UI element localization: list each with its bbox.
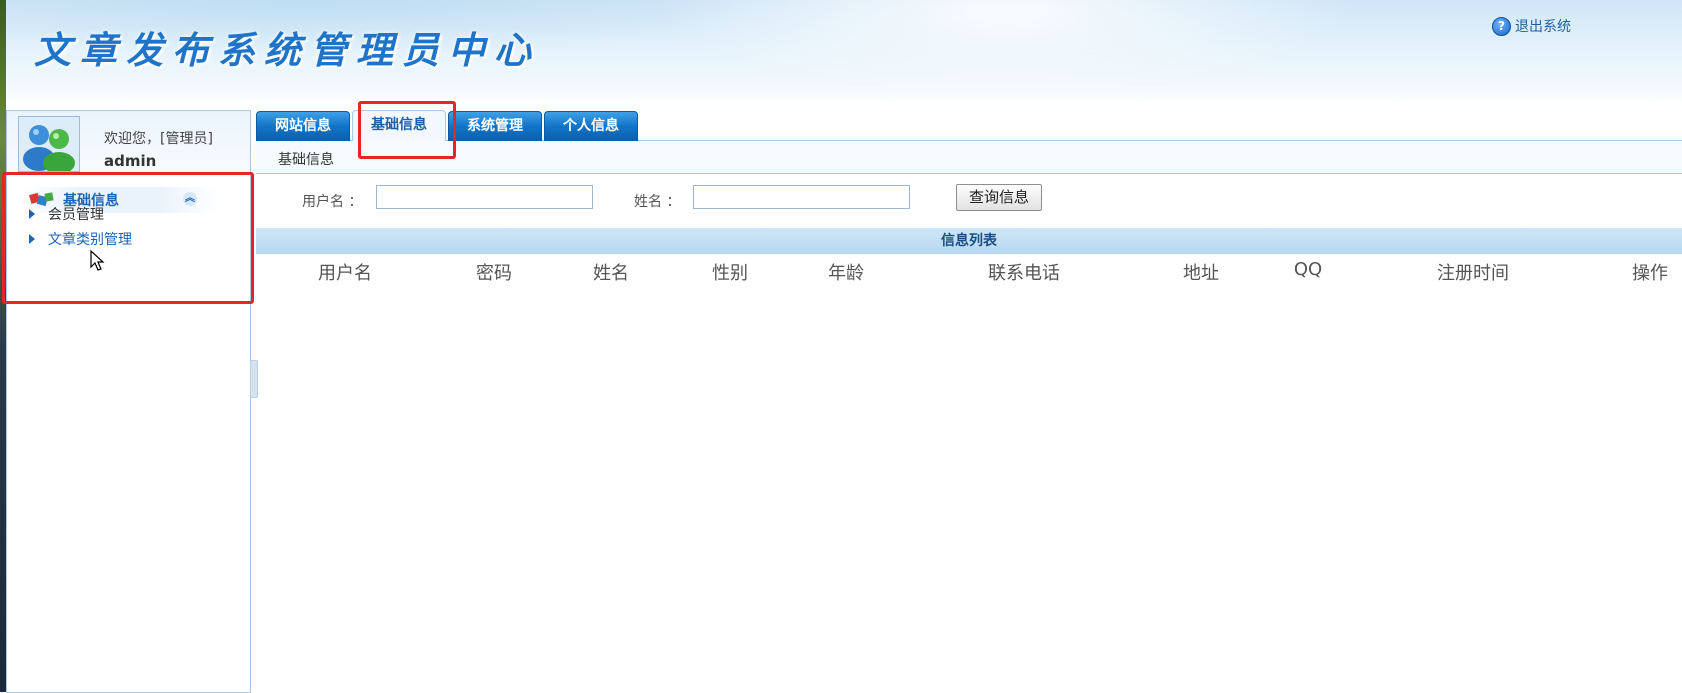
site-title: 文章发布系统管理员中心 (34, 28, 540, 72)
arrow-right-icon (29, 234, 35, 244)
help-icon: ? (1492, 16, 1511, 36)
tab-basic-info[interactable]: 基础信息 (352, 110, 446, 143)
user-info-box: 欢迎您，[管理员] admin (7, 110, 250, 174)
column-header: 密码 (476, 263, 512, 284)
search-form: 用户名 ： 姓名 ： 查询信息 (256, 182, 1682, 216)
sidebar-item-label: 会员管理 (48, 207, 104, 223)
tab-system-management[interactable]: 系统管理 (448, 111, 542, 142)
column-header: 年龄 (828, 263, 864, 284)
query-button[interactable]: 查询信息 (956, 184, 1042, 211)
column-header: 联系电话 (988, 263, 1060, 284)
column-header: 姓名 (593, 263, 629, 284)
breadcrumb-bar: 基础信息 (256, 141, 1682, 174)
column-header: 操作 (1632, 263, 1668, 284)
username-input[interactable] (376, 185, 593, 209)
username: admin (104, 152, 157, 170)
table-title: 信息列表 (256, 228, 1682, 254)
table-header-row: 用户名 密码 姓名 性别 年龄 联系电话 地址 QQ 注册时间 操作 (256, 254, 1682, 284)
collapse-icon[interactable]: ︽ (183, 192, 197, 206)
avatar (18, 116, 80, 172)
column-header: 注册时间 (1437, 263, 1509, 284)
mouse-cursor-icon (90, 250, 105, 271)
logout-label: 退出系统 (1515, 19, 1571, 35)
tab-website-info[interactable]: 网站信息 (256, 111, 350, 142)
breadcrumb: 基础信息 (278, 152, 334, 168)
tab-bar: 网站信息 基础信息 系统管理 个人信息 (256, 110, 1682, 143)
column-header: 地址 (1183, 263, 1219, 284)
column-header: 性别 (712, 263, 748, 284)
welcome-text: 欢迎您，[管理员] (104, 131, 213, 147)
arrow-right-icon (29, 209, 35, 219)
sidebar-item-article-category[interactable]: 文章类别管理 (29, 229, 132, 249)
column-header: QQ (1293, 259, 1323, 280)
name-label: 姓名 ： (634, 194, 681, 210)
left-sidebar: 欢迎您，[管理员] admin 基础信息 ︽ 会员管理 文章类别管理 (6, 110, 251, 693)
users-icon (19, 117, 79, 171)
sidebar-item-label: 文章类别管理 (48, 232, 132, 248)
name-input[interactable] (693, 185, 910, 209)
logout-link[interactable]: ? 退出系统 (1492, 16, 1571, 36)
header-banner: 文章发布系统管理员中心 ? 退出系统 (6, 0, 1682, 106)
username-label: 用户名 ： (302, 194, 363, 210)
column-header: 用户名 (318, 263, 372, 284)
main-content: 网站信息 基础信息 系统管理 个人信息 基础信息 用户名 ： 姓名 ： 查询信息… (256, 110, 1682, 692)
sidebar-item-member-management[interactable]: 会员管理 (29, 204, 104, 224)
tab-personal-info[interactable]: 个人信息 (544, 111, 638, 142)
